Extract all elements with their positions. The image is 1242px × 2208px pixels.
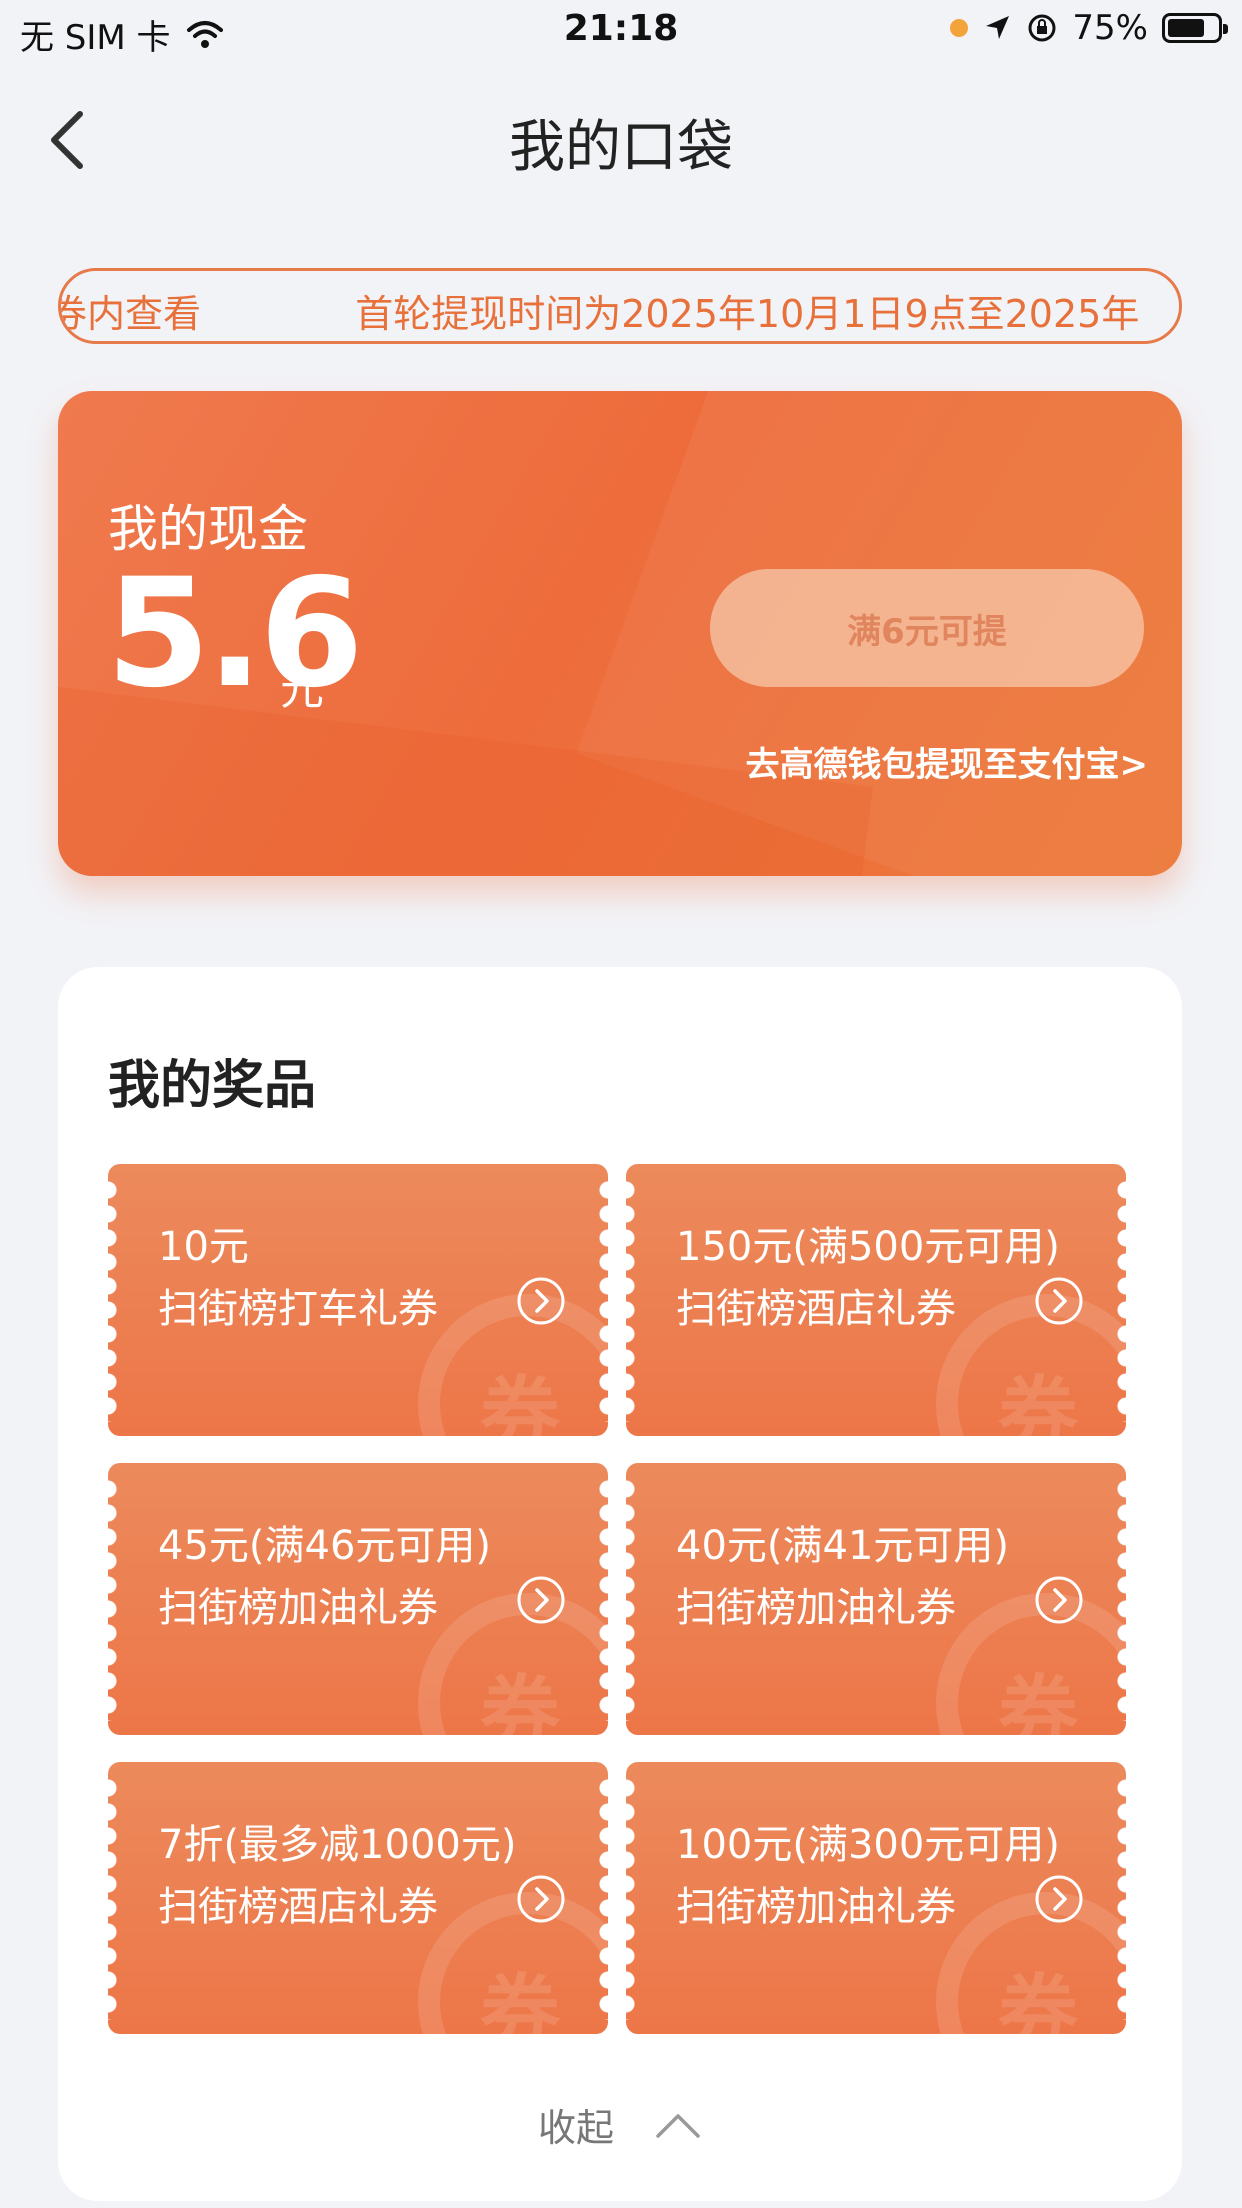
location-arrow-icon — [986, 16, 1010, 39]
coupon-watermark: 券 — [480, 1966, 560, 2034]
withdraw-to-alipay-link[interactable]: 去高德钱包提现至支付宝> — [718, 737, 1149, 786]
cash-card: 我的现金 5.6 元 满6元可提 去高德钱包提现至支付宝> — [58, 391, 1182, 876]
coupon-watermark: 券 — [998, 1368, 1078, 1436]
coupon-name: 扫街榜酒店礼券 — [158, 1884, 438, 1930]
prizes-title: 我的奖品 — [108, 1056, 317, 1116]
coupon-name: 扫街榜打车礼券 — [158, 1286, 438, 1332]
location-indicator-dot — [950, 19, 969, 37]
coupon-card[interactable]: 券 40元(满41元可用) 扫街榜加油礼券 — [626, 1463, 1126, 1735]
coupon-card[interactable]: 券 45元(满46元可用) 扫街榜加油礼券 — [108, 1463, 608, 1735]
chevron-right-circle-icon — [517, 1576, 565, 1624]
cash-unit: 元 — [280, 664, 324, 715]
coupon-watermark: 券 — [998, 1966, 1078, 2034]
coupon-amount: 7折(最多减1000元) — [158, 1822, 517, 1868]
chevron-right-circle-icon — [517, 1277, 565, 1325]
chevron-right-circle-icon — [517, 1875, 565, 1923]
page-title: 我的口袋 — [509, 115, 733, 180]
notice-marquee[interactable]: 券内查看 首轮提现时间为2025年10月1日9点至2025年 — [58, 268, 1182, 344]
coupon-card[interactable]: 券 150元(满500元可用) 扫街榜酒店礼券 — [626, 1164, 1126, 1436]
coupon-amount: 45元(满46元可用) — [158, 1523, 492, 1569]
status-bar: 无 SIM 卡 21:18 75% — [0, 0, 1242, 64]
collapse-label: 收起 — [537, 2106, 614, 2150]
status-right: 75% — [950, 8, 1228, 48]
coupon-card[interactable]: 券 10元 扫街榜打车礼券 — [108, 1164, 608, 1436]
coupon-name: 扫街榜加油礼券 — [676, 1884, 956, 1930]
coupon-name: 扫街榜加油礼券 — [158, 1585, 438, 1631]
battery-icon — [1162, 13, 1228, 43]
notice-text-row: 券内查看 首轮提现时间为2025年10月1日9点至2025年 — [58, 283, 1140, 338]
chevron-up-icon — [656, 2113, 700, 2138]
coupon-watermark: 券 — [480, 1368, 560, 1436]
withdraw-button[interactable]: 满6元可提 — [710, 569, 1144, 687]
rotation-lock-icon — [1028, 14, 1056, 42]
coupon-amount: 150元(满500元可用) — [676, 1224, 1060, 1270]
notice-text-a: 券内查看 — [58, 292, 202, 336]
collapse-button[interactable]: 收起 — [58, 2097, 1182, 2152]
coupon-card[interactable]: 券 100元(满300元可用) 扫街榜加油礼券 — [626, 1762, 1126, 2034]
prizes-panel: 我的奖品 券 10元 扫街榜打车礼券 券 150元(满500元可用) 扫街榜酒店… — [58, 967, 1182, 2201]
notice-text-b: 首轮提现时间为2025年10月1日9点至2025年 — [355, 292, 1140, 336]
coupon-amount: 10元 — [158, 1224, 249, 1270]
coupon-name: 扫街榜酒店礼券 — [676, 1286, 956, 1332]
coupon-watermark: 券 — [480, 1667, 560, 1735]
coupon-name: 扫街榜加油礼券 — [676, 1585, 956, 1631]
battery-percent: 75% — [1072, 8, 1148, 48]
chevron-right-circle-icon — [1035, 1277, 1083, 1325]
chevron-right-circle-icon — [1035, 1576, 1083, 1624]
chevron-right-circle-icon — [1035, 1875, 1083, 1923]
coupon-watermark: 券 — [998, 1667, 1078, 1735]
coupon-card[interactable]: 券 7折(最多减1000元) 扫街榜酒店礼券 — [108, 1762, 608, 2034]
coupon-amount: 100元(满300元可用) — [676, 1822, 1060, 1868]
coupon-amount: 40元(满41元可用) — [676, 1523, 1010, 1569]
